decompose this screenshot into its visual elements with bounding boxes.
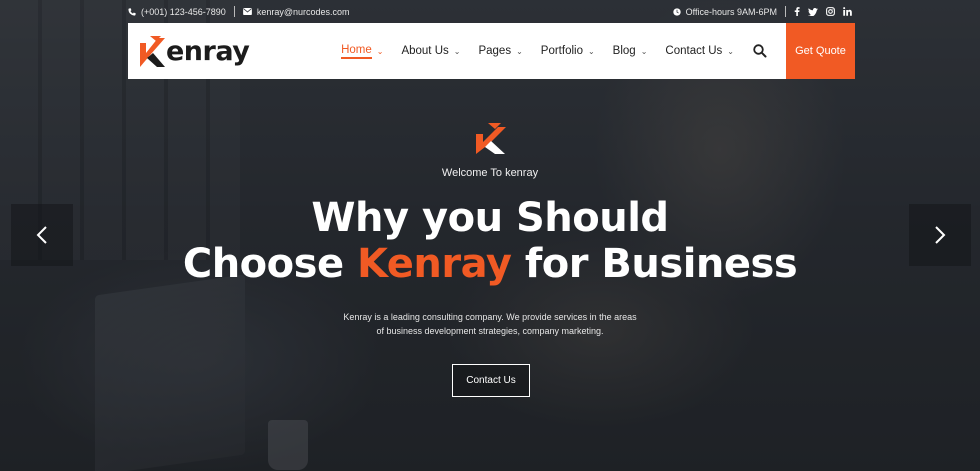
hero-logo-mark bbox=[476, 123, 506, 154]
nav-item-contact-us[interactable]: Contact Us ⌄ bbox=[665, 23, 734, 79]
welcome-text: Welcome To kenray bbox=[441, 167, 539, 179]
twitter-icon[interactable] bbox=[808, 7, 818, 16]
search-icon[interactable] bbox=[752, 43, 768, 59]
main-navbar: enray Home ⌄ About Us ⌄ Pages ⌄ Portfoli… bbox=[128, 23, 855, 79]
nav-item-about-us[interactable]: About Us ⌄ bbox=[401, 23, 460, 79]
office-hours: Office-hours 9AM-6PM bbox=[672, 6, 777, 17]
email-contact[interactable]: kenray@nurcodes.com bbox=[242, 6, 350, 17]
headline-line-2-end: for Business bbox=[511, 241, 798, 287]
topbar-divider bbox=[785, 6, 786, 17]
headline-brand-accent: Kenray bbox=[357, 241, 512, 287]
nav-label: Portfolio bbox=[540, 45, 583, 57]
chevron-down-icon: ⌄ bbox=[376, 46, 384, 56]
hero-headline: Why you Should Choose Kenray for Busines… bbox=[0, 195, 980, 287]
nav-label: About Us bbox=[401, 45, 449, 57]
nav-label: Pages bbox=[478, 45, 512, 57]
top-bar: (+001) 123-456-7890 kenray@nurcodes.com … bbox=[128, 0, 852, 23]
chevron-right-icon bbox=[935, 226, 946, 244]
nav-label: Contact Us bbox=[665, 45, 723, 57]
phone-icon bbox=[128, 7, 136, 16]
slider-next-button[interactable] bbox=[909, 204, 971, 266]
kenray-logo-mark bbox=[140, 36, 165, 67]
nav-label: Home bbox=[341, 44, 372, 59]
headline-line-1: Why you Should bbox=[311, 195, 669, 241]
headline-line-2-start: Choose bbox=[182, 241, 357, 287]
nav-item-blog[interactable]: Blog ⌄ bbox=[613, 23, 648, 79]
social-links bbox=[794, 7, 852, 16]
instagram-icon[interactable] bbox=[826, 7, 835, 16]
chevron-down-icon: ⌄ bbox=[587, 46, 595, 56]
chevron-down-icon: ⌄ bbox=[727, 46, 734, 56]
facebook-icon[interactable] bbox=[794, 7, 800, 16]
topbar-divider bbox=[233, 6, 235, 17]
get-quote-button[interactable]: Get Quote bbox=[786, 23, 855, 79]
nav-item-portfolio[interactable]: Portfolio ⌄ bbox=[541, 23, 595, 79]
nav-item-pages[interactable]: Pages ⌄ bbox=[478, 23, 522, 79]
hero-description: Kenray is a leading consulting company. … bbox=[343, 312, 637, 336]
brand-logo[interactable]: enray bbox=[138, 23, 250, 79]
linkedin-icon[interactable] bbox=[843, 7, 852, 16]
nav-label: Blog bbox=[612, 45, 636, 57]
chevron-down-icon: ⌄ bbox=[516, 46, 523, 56]
nav-item-home[interactable]: Home ⌄ bbox=[341, 23, 383, 79]
slider-prev-button[interactable] bbox=[11, 204, 73, 266]
phone-number: (+001) 123-456-7890 bbox=[141, 6, 226, 17]
office-hours-text: Office-hours 9AM-6PM bbox=[685, 6, 777, 17]
brand-name: enray bbox=[166, 35, 250, 67]
clock-icon bbox=[672, 7, 681, 16]
chevron-down-icon: ⌄ bbox=[453, 46, 461, 56]
primary-nav: Home ⌄ About Us ⌄ Pages ⌄ Portfolio ⌄ Bl… bbox=[341, 23, 855, 79]
envelope-icon bbox=[242, 8, 252, 15]
phone-contact[interactable]: (+001) 123-456-7890 bbox=[128, 7, 226, 17]
contact-us-button[interactable]: Contact Us bbox=[452, 364, 530, 397]
chevron-down-icon: ⌄ bbox=[640, 46, 648, 56]
chevron-left-icon bbox=[36, 226, 47, 244]
email-address: kenray@nurcodes.com bbox=[256, 6, 350, 17]
